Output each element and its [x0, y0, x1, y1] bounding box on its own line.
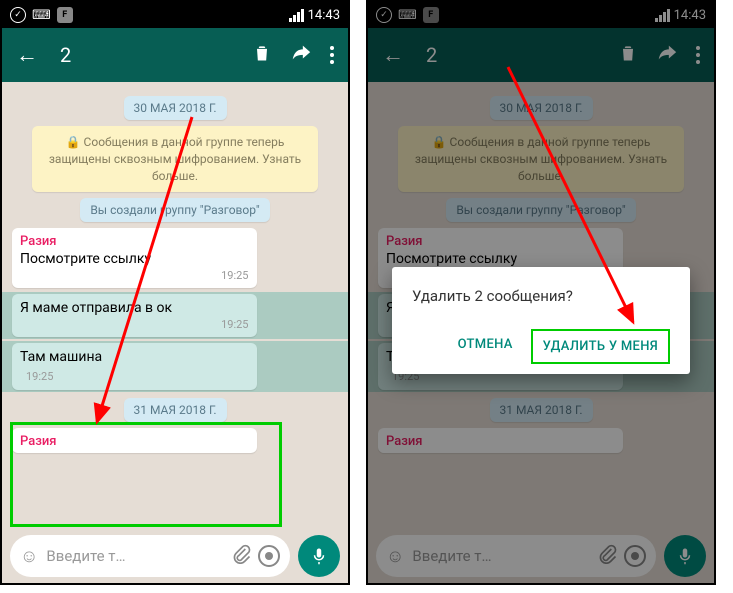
appbar: ← 2: [368, 28, 714, 82]
phone-left: ✓ ⌨ F 14:43 ← 2 30 МАЯ 2018 Г. 🔒 Сообщен…: [0, 0, 350, 585]
highlight-box: [10, 422, 282, 527]
input-bar: ☺ Введите т…: [2, 529, 348, 583]
message-bubble[interactable]: Разия: [378, 428, 623, 453]
mic-button[interactable]: [298, 535, 340, 577]
sender-name: Разия: [20, 234, 249, 249]
message-text: Там машина: [20, 349, 249, 365]
message-bubble-selected[interactable]: Там машина 19:25: [12, 343, 257, 390]
message-time: 19:25: [20, 318, 249, 331]
message-input[interactable]: ☺ Введите т…: [10, 535, 290, 577]
message-time: 19:25: [26, 370, 53, 383]
message-time: 19:25: [20, 269, 249, 282]
system-chip: Вы создали группу "Разговор": [446, 198, 635, 222]
delete-button[interactable]: [618, 43, 638, 68]
camera-button[interactable]: [624, 545, 646, 567]
encryption-notice[interactable]: 🔒 Сообщения в данной группе теперь защищ…: [32, 126, 318, 192]
message-text: Я маме отправила в ок: [20, 300, 249, 316]
delete-for-me-button[interactable]: УДАЛИТЬ У МЕНЯ: [531, 329, 670, 364]
attach-button[interactable]: [598, 544, 618, 569]
back-button[interactable]: ←: [382, 42, 404, 68]
attach-button[interactable]: [232, 544, 252, 569]
f-icon: F: [57, 7, 73, 23]
date-chip: 30 МАЯ 2018 Г.: [490, 96, 593, 120]
input-bar: ☺ Введите т…: [368, 529, 714, 583]
emoji-button[interactable]: ☺: [386, 546, 404, 567]
phone-right: ✓ ⌨ F 14:43 ← 2 30 МАЯ 2018 Г. 🔒 Сообщен…: [366, 0, 716, 585]
statusbar: ✓ ⌨ F 14:43: [368, 2, 714, 28]
signal-icon: [289, 9, 304, 22]
chat-area: 30 МАЯ 2018 Г. 🔒 Сообщения в данной груп…: [2, 82, 348, 529]
sender-name: Разия: [386, 234, 615, 249]
clock: 14:43: [674, 8, 706, 23]
statusbar: ✓ ⌨ F 14:43: [2, 2, 348, 28]
forward-button[interactable]: [290, 42, 312, 69]
message-input[interactable]: ☺ Введите т…: [376, 535, 656, 577]
cancel-button[interactable]: ОТМЕНА: [448, 329, 523, 364]
back-button[interactable]: ←: [16, 42, 38, 68]
menu-button[interactable]: [330, 46, 334, 64]
clock: 14:43: [308, 8, 340, 23]
message-bubble-selected[interactable]: Я маме отправила в ок 19:25: [12, 294, 257, 337]
delete-dialog: Удалить 2 сообщения? ОТМЕНА УДАЛИТЬ У МЕ…: [392, 267, 690, 374]
dialog-title: Удалить 2 сообщения?: [412, 287, 670, 305]
encryption-notice[interactable]: 🔒 Сообщения в данной группе теперь защищ…: [398, 126, 684, 192]
system-chip: Вы создали группу "Разговор": [80, 198, 269, 222]
input-placeholder: Введите т…: [46, 547, 226, 565]
keyboard-icon: ⌨: [398, 8, 417, 23]
camera-button[interactable]: [258, 545, 280, 567]
selection-count: 2: [60, 43, 234, 67]
signal-icon: [655, 9, 670, 22]
message-bubble[interactable]: Разия Посмотрите ссылку 19:25: [12, 228, 257, 288]
keyboard-icon: ⌨: [32, 8, 51, 23]
menu-button[interactable]: [696, 46, 700, 64]
app-icon: ✓: [10, 7, 26, 23]
appbar: ← 2: [2, 28, 348, 82]
message-text: Посмотрите ссылку: [386, 251, 615, 267]
forward-button[interactable]: [656, 42, 678, 69]
app-icon: ✓: [376, 7, 392, 23]
mic-button[interactable]: [664, 535, 706, 577]
message-text: Посмотрите ссылку: [20, 251, 249, 267]
delete-button[interactable]: [252, 43, 272, 68]
sender-name: Разия: [386, 434, 615, 449]
input-placeholder: Введите т…: [412, 547, 592, 565]
date-chip: 31 МАЯ 2018 Г.: [124, 398, 227, 422]
emoji-button[interactable]: ☺: [20, 546, 38, 567]
date-chip: 31 МАЯ 2018 Г.: [490, 398, 593, 422]
f-icon: F: [423, 7, 439, 23]
date-chip: 30 МАЯ 2018 Г.: [124, 96, 227, 120]
selection-count: 2: [426, 43, 600, 67]
